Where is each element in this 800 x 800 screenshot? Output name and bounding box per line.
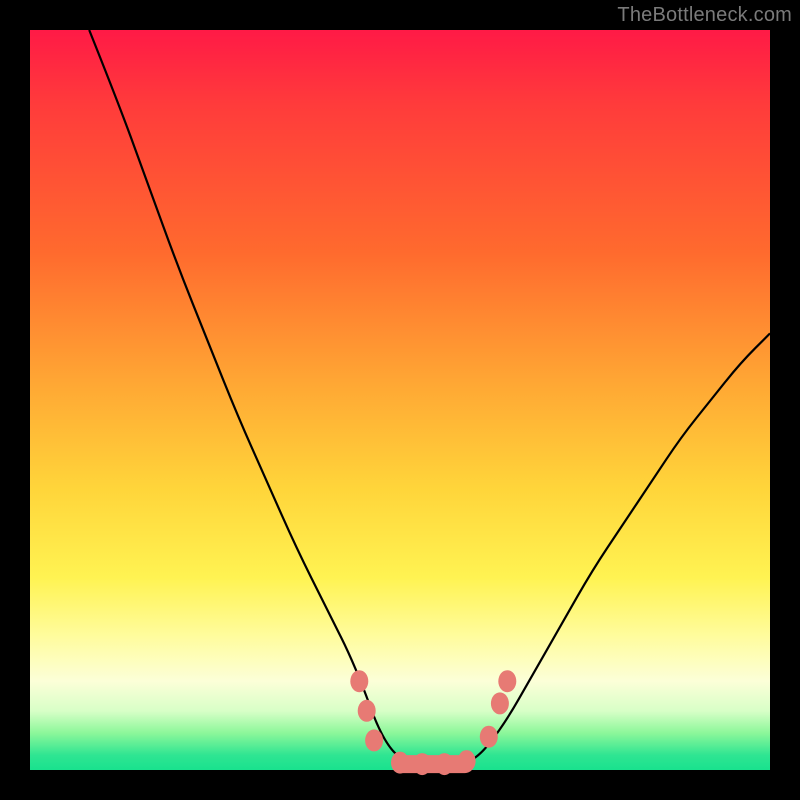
trough-marker [480,726,498,748]
bottleneck-curve [89,30,770,766]
watermark-text: TheBottleneck.com [617,4,792,27]
trough-marker-bar [393,755,474,773]
trough-marker [498,670,516,692]
trough-marker [365,729,383,751]
plot-area [30,30,770,770]
trough-marker [358,700,376,722]
chart-frame: TheBottleneck.com [0,0,800,800]
trough-marker [491,692,509,714]
trough-marker [350,670,368,692]
trough-markers [350,670,516,775]
curve-svg [30,30,770,770]
